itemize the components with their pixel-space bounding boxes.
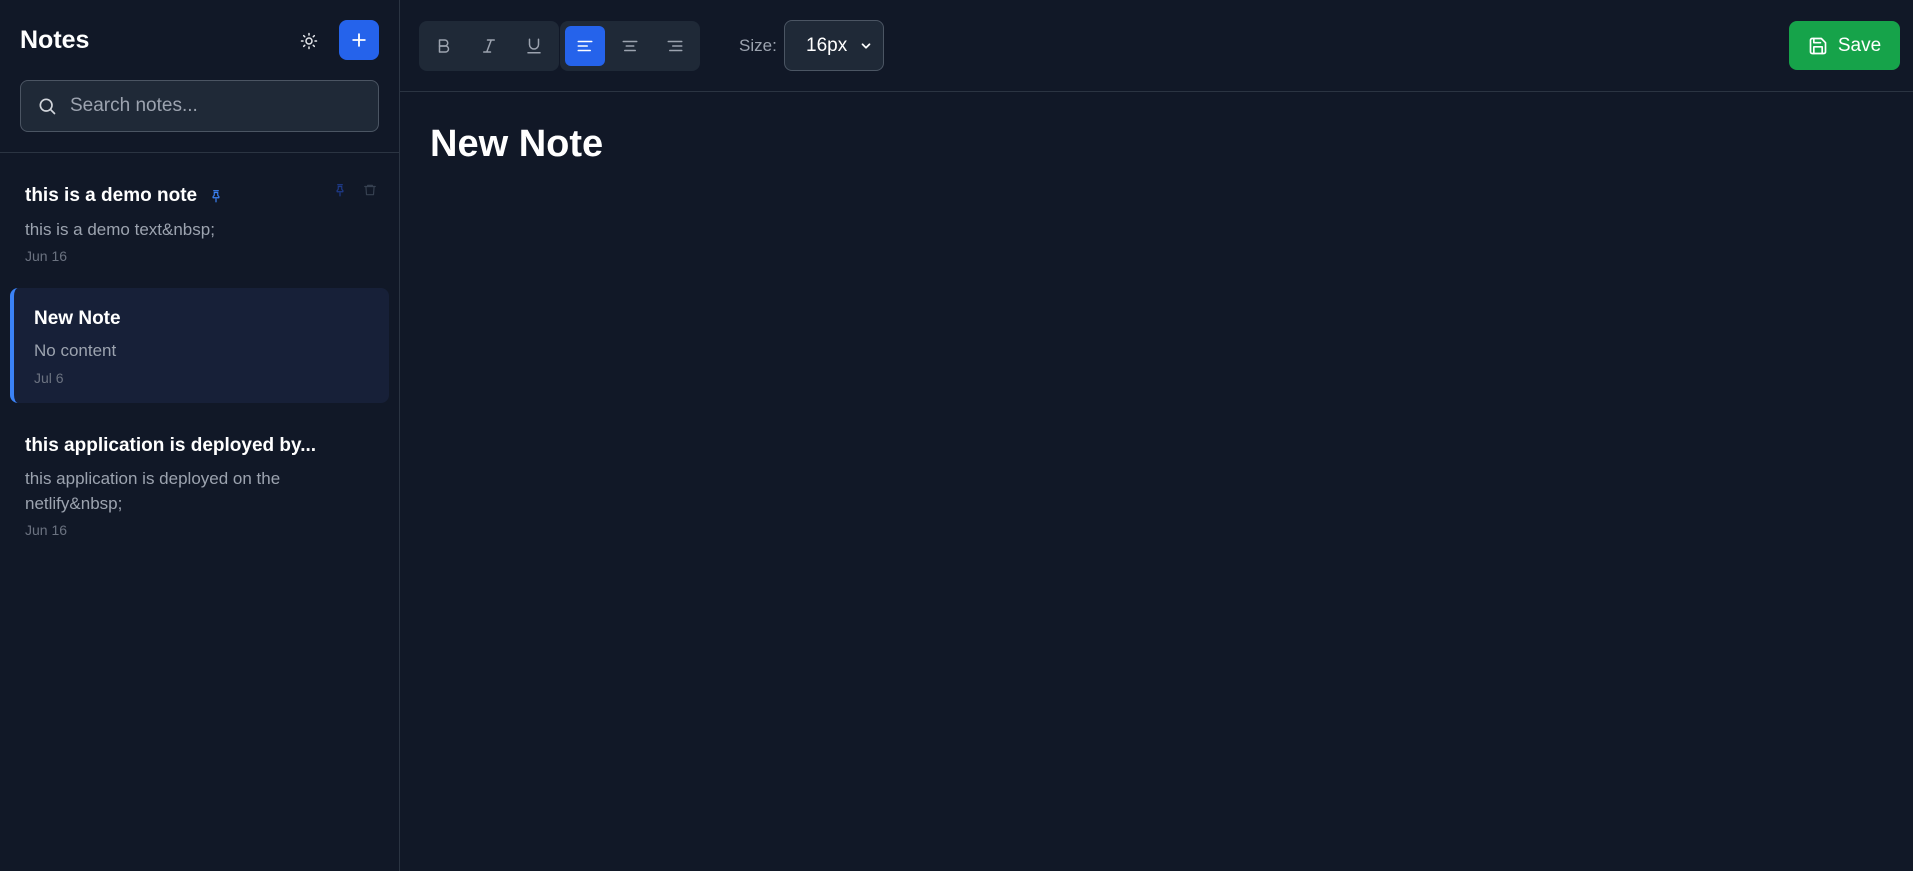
font-size-select[interactable]: 16px bbox=[784, 20, 884, 71]
app-title: Notes bbox=[20, 26, 90, 54]
note-preview: No content bbox=[34, 341, 117, 360]
font-size-value: 16px bbox=[806, 34, 848, 56]
note-title-text: this is a demo note bbox=[25, 185, 198, 206]
align-center-icon bbox=[622, 40, 638, 52]
note-preview: this is a demo text&nbsp; bbox=[25, 220, 215, 239]
note-date: Jul 6 bbox=[34, 370, 64, 386]
plus-icon bbox=[352, 33, 366, 47]
note-item-demo[interactable]: this is a demo note this is a demo text&… bbox=[10, 167, 389, 267]
italic-icon bbox=[483, 39, 495, 53]
editor-toolbar: Size: 16px Save bbox=[400, 0, 1913, 92]
sun-icon bbox=[300, 32, 318, 50]
note-title-editor[interactable]: New Note bbox=[430, 123, 603, 166]
bold-icon bbox=[438, 39, 450, 53]
note-date: Jun 16 bbox=[25, 248, 68, 264]
save-icon bbox=[1809, 37, 1827, 54]
pinned-icon bbox=[209, 189, 223, 203]
note-item-new-note[interactable]: New Note No content Jul 6 bbox=[10, 288, 389, 403]
note-title: this is a demo note bbox=[25, 185, 223, 207]
underline-button[interactable] bbox=[514, 26, 554, 66]
add-note-button[interactable] bbox=[339, 20, 379, 60]
underline-icon bbox=[527, 38, 541, 54]
chevron-down-icon bbox=[861, 42, 871, 49]
note-title: this application is deployed by... bbox=[25, 435, 317, 456]
align-right-button[interactable] bbox=[655, 26, 695, 66]
notes-app: Notes Search notes... this is a demo not… bbox=[0, 0, 1913, 871]
bold-button[interactable] bbox=[424, 26, 464, 66]
trash-icon[interactable] bbox=[361, 181, 379, 199]
theme-toggle-button[interactable] bbox=[293, 25, 325, 57]
pin-icon[interactable] bbox=[331, 181, 349, 199]
editor-pane: Size: 16px Save New Note bbox=[400, 0, 1913, 871]
save-button[interactable]: Save bbox=[1789, 21, 1900, 70]
search-input[interactable] bbox=[58, 81, 378, 131]
align-left-button[interactable] bbox=[565, 26, 605, 66]
sidebar: Notes Search notes... this is a demo not… bbox=[0, 0, 400, 871]
save-label: Save bbox=[1837, 34, 1882, 56]
italic-button[interactable] bbox=[469, 26, 509, 66]
note-actions bbox=[331, 181, 379, 199]
size-label: Size: bbox=[739, 36, 777, 55]
align-right-icon bbox=[667, 40, 683, 52]
format-button-group bbox=[419, 21, 559, 71]
search-box bbox=[20, 80, 379, 132]
search-icon bbox=[36, 95, 58, 117]
note-item-deployment[interactable]: this application is deployed by... this … bbox=[10, 415, 389, 540]
note-preview: this application is deployed on the netl… bbox=[25, 469, 281, 513]
align-left-icon bbox=[577, 40, 593, 52]
align-center-button[interactable] bbox=[610, 26, 650, 66]
note-title: New Note bbox=[34, 308, 121, 329]
note-list: this is a demo note this is a demo text&… bbox=[0, 153, 399, 871]
sidebar-header: Notes bbox=[0, 0, 399, 153]
note-date: Jun 16 bbox=[25, 522, 68, 538]
align-button-group bbox=[560, 21, 700, 71]
